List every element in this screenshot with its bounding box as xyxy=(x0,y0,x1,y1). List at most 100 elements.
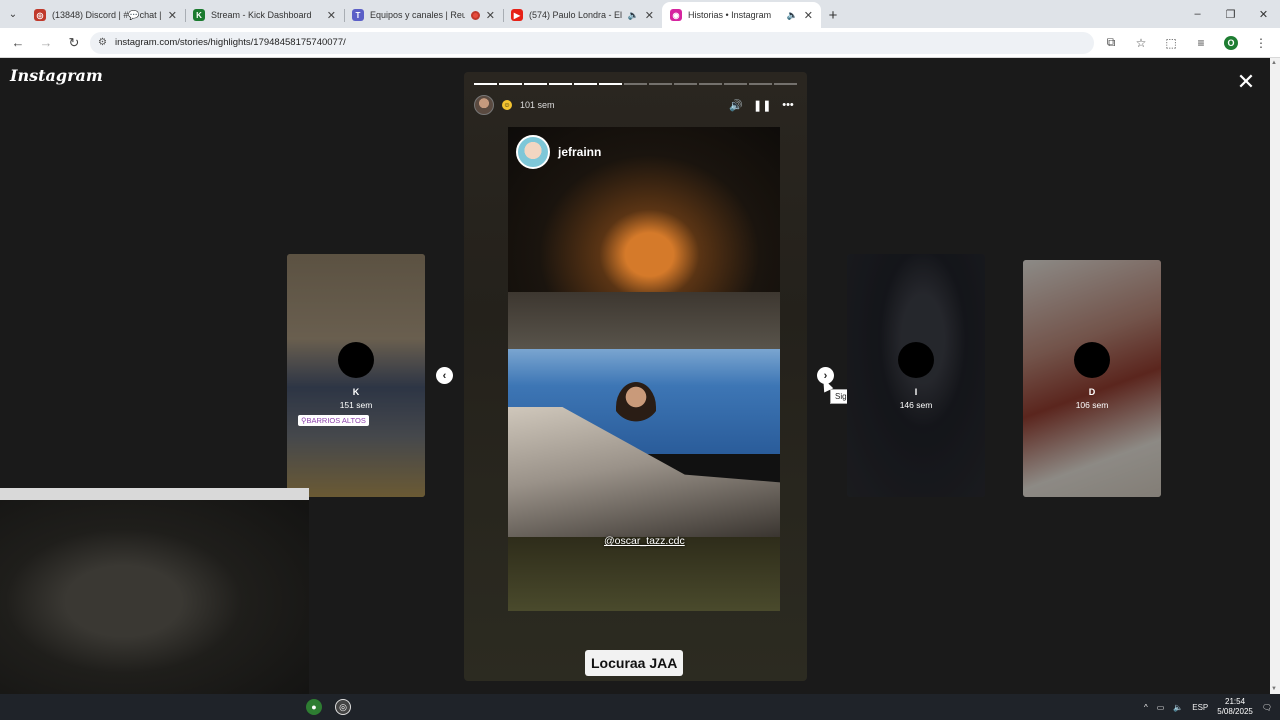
tab-discord[interactable]: ◎ (13848) Discord | #💬chat | La ✕ xyxy=(26,2,185,28)
close-window-icon[interactable]: ✕ xyxy=(1247,0,1280,28)
os-taskbar: ● ◎ ^ ▭ 🔈 ESP 21:54 5/08/2025 🗨 xyxy=(0,694,1280,720)
tab-close-icon[interactable]: ✕ xyxy=(168,9,177,22)
avatar[interactable] xyxy=(474,95,494,115)
tab-kick[interactable]: K Stream - Kick Dashboard ✕ xyxy=(185,2,344,28)
tab-strip: ⌄ ◎ (13848) Discord | #💬chat | La ✕ K St… xyxy=(0,0,1280,28)
youtube-favicon-icon: ▶ xyxy=(511,9,523,21)
preview-time: 146 sem xyxy=(899,400,933,410)
app-taskbar-icon[interactable]: ◎ xyxy=(335,699,351,715)
clock-time: 21:54 xyxy=(1225,697,1246,706)
progress-segment xyxy=(749,83,772,85)
photo-person xyxy=(616,382,656,432)
network-icon[interactable]: ▭ xyxy=(1157,703,1165,712)
recording-icon xyxy=(470,10,480,20)
pause-icon[interactable]: ❚❚ xyxy=(753,99,771,112)
progress-segment xyxy=(674,83,697,85)
webcam-overlay-bar xyxy=(0,488,309,500)
tab-teams[interactable]: T Equipos y canales | Reunión ✕ xyxy=(344,2,503,28)
new-tab-button[interactable]: + xyxy=(821,2,845,28)
language-indicator[interactable]: ESP xyxy=(1192,703,1208,712)
clock-date: 5/08/2025 xyxy=(1217,707,1253,716)
preview-name: K xyxy=(352,387,360,397)
progress-segment xyxy=(574,83,597,85)
menu-icon[interactable]: ⋮ xyxy=(1248,31,1274,55)
story-preview-next-2[interactable]: D 106 sem xyxy=(1023,260,1161,497)
system-tray: ^ ▭ 🔈 ESP 21:54 5/08/2025 🗨 xyxy=(1144,694,1272,720)
audio-icon[interactable]: 🔈 xyxy=(628,10,639,21)
close-icon[interactable]: ✕ xyxy=(1234,70,1258,94)
progress-segment xyxy=(624,83,647,85)
tab-instagram[interactable]: ◉ Historias • Instagram 🔈 ✕ xyxy=(662,2,821,28)
story-preview-next[interactable]: I 146 sem xyxy=(847,254,985,497)
avatar xyxy=(898,342,934,378)
tab-title: Historias • Instagram xyxy=(688,10,772,20)
progress-segment xyxy=(774,83,797,85)
avatar xyxy=(338,342,374,378)
extensions-icon[interactable]: ⬚ xyxy=(1158,31,1184,55)
volume-tray-icon[interactable]: 🔈 xyxy=(1173,703,1183,712)
tab-close-icon[interactable]: ✕ xyxy=(645,9,654,22)
browser-toolbar: ← → ↻ ⚙ instagram.com/stories/highlights… xyxy=(0,28,1280,58)
avatar xyxy=(1074,342,1110,378)
site-info-icon[interactable]: ⚙ xyxy=(98,37,107,48)
media-control-icon[interactable]: ≡ xyxy=(1188,31,1214,55)
chrome-taskbar-icon[interactable]: ● xyxy=(306,699,322,715)
preview-shade xyxy=(1023,260,1161,497)
progress-segment xyxy=(724,83,747,85)
preview-time: 151 sem xyxy=(339,400,373,410)
tab-youtube[interactable]: ▶ (574) Paulo Londra - Ella (O 🔈 ✕ xyxy=(503,2,662,28)
tray-expand-icon[interactable]: ^ xyxy=(1144,703,1148,712)
reload-icon[interactable]: ↻ xyxy=(62,31,86,55)
forward-icon[interactable]: → xyxy=(34,31,58,55)
profile-icon: O xyxy=(1224,35,1238,50)
progress-segment xyxy=(549,83,572,85)
discord-favicon-icon: ◎ xyxy=(34,9,46,21)
clock[interactable]: 21:54 5/08/2025 xyxy=(1217,697,1253,717)
preview-name: D xyxy=(1088,387,1096,397)
story-preview-previous[interactable]: K 151 sem ⚲BARRIOS ALTOS xyxy=(287,254,425,497)
page-scrollbar[interactable] xyxy=(1270,58,1280,694)
url-text: instagram.com/stories/highlights/1794845… xyxy=(114,37,346,48)
window-controls: – ❐ ✕ xyxy=(1181,0,1280,28)
preview-name: I xyxy=(914,387,918,397)
photo-grass xyxy=(508,537,780,611)
story-progress-bar xyxy=(474,83,797,85)
progress-segment xyxy=(524,83,547,85)
profile-avatar[interactable]: O xyxy=(1218,31,1244,55)
avatar xyxy=(516,135,550,169)
progress-segment xyxy=(474,83,497,85)
audio-icon[interactable]: 🔈 xyxy=(787,10,798,21)
tab-search-icon[interactable]: ⌄ xyxy=(0,0,26,28)
instagram-logo[interactable]: Instagram xyxy=(10,66,103,85)
tab-close-icon[interactable]: ✕ xyxy=(327,9,336,22)
volume-icon[interactable]: 🔊 xyxy=(727,99,745,112)
photo-user-tag: jefrainn xyxy=(516,135,601,169)
progress-segment xyxy=(499,83,522,85)
webcam-overlay xyxy=(0,488,309,694)
story-card[interactable]: ☺ 101 sem 🔊 ❚❚ ••• jefrainn @oscar_tazz.… xyxy=(464,72,807,681)
photo-wall xyxy=(508,292,780,352)
progress-segment xyxy=(599,83,622,85)
tab-title: Stream - Kick Dashboard xyxy=(211,10,312,20)
instagram-favicon-icon: ◉ xyxy=(670,9,682,21)
install-app-icon[interactable]: ⧉ xyxy=(1098,31,1124,55)
mention-link[interactable]: @oscar_tazz.cdc xyxy=(604,535,685,547)
photo-username: jefrainn xyxy=(558,145,602,159)
more-options-icon[interactable]: ••• xyxy=(779,99,797,111)
story-time: 101 sem xyxy=(520,100,555,110)
tab-close-icon[interactable]: ✕ xyxy=(804,9,813,22)
notifications-icon[interactable]: 🗨 xyxy=(1262,703,1272,712)
location-sticker: ⚲BARRIOS ALTOS xyxy=(298,415,369,426)
minimize-icon[interactable]: – xyxy=(1181,0,1214,28)
tab-close-icon[interactable]: ✕ xyxy=(486,9,495,22)
teams-favicon-icon: T xyxy=(352,9,364,21)
tab-title: Equipos y canales | Reunión xyxy=(370,10,465,20)
previous-story-button[interactable]: ‹ xyxy=(436,367,453,384)
tab-title: (13848) Discord | #💬chat | La xyxy=(52,9,162,20)
tab-title: (574) Paulo Londra - Ella (O xyxy=(529,10,622,20)
bookmark-star-icon[interactable]: ☆ xyxy=(1128,31,1154,55)
progress-segment xyxy=(699,83,722,85)
address-bar[interactable]: ⚙ instagram.com/stories/highlights/17948… xyxy=(90,31,1094,54)
back-icon[interactable]: ← xyxy=(6,31,30,55)
restore-icon[interactable]: ❐ xyxy=(1214,0,1247,28)
